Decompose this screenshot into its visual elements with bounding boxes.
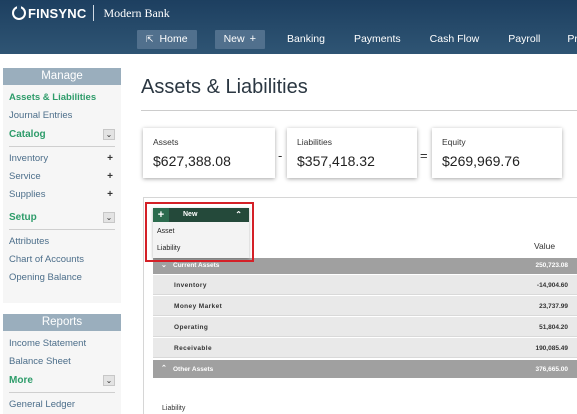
minus-operator: - <box>278 148 283 163</box>
nav-home[interactable]: ⇱ Home <box>137 30 197 49</box>
sidebar-item-general-ledger[interactable]: General Ledger <box>3 396 121 414</box>
group-label: Current Assets <box>173 262 220 269</box>
liabilities-label: Liabilities <box>297 137 332 147</box>
finsync-logo-icon <box>12 5 26 20</box>
sidebar-item-inventory[interactable]: Inventory + <box>3 150 121 168</box>
group-label: Other Assets <box>173 366 214 373</box>
liabilities-card: Liabilities $357,418.32 <box>287 128 417 178</box>
row-value: 51,804.20 <box>539 324 568 331</box>
equity-label: Equity <box>442 137 466 147</box>
value-column-header: Value <box>534 241 556 251</box>
divider <box>9 392 115 393</box>
sidebar-item-journal-entries[interactable]: Journal Entries <box>3 107 121 125</box>
row-label: Inventory <box>174 282 207 289</box>
liabilities-value: $357,418.32 <box>297 153 375 169</box>
table-row[interactable]: Inventory -14,904.60 <box>153 275 577 295</box>
row-label: Operating <box>174 324 209 331</box>
divider <box>9 146 115 147</box>
manage-panel: Manage Assets & Liabilities Journal Entr… <box>3 68 121 303</box>
setup-section[interactable]: Setup ⌄ <box>3 208 121 226</box>
divider <box>9 229 115 230</box>
sidebar-item-assets-liabilities[interactable]: Assets & Liabilities <box>3 89 121 107</box>
chevron-up-icon: ⌃ <box>161 365 167 372</box>
sidebar-item-balance-sheet[interactable]: Balance Sheet <box>3 353 121 371</box>
service-label: Service <box>9 171 41 182</box>
table-row[interactable]: Operating 51,804.20 <box>153 317 577 337</box>
more-section[interactable]: More ⌄ <box>3 371 121 389</box>
add-supplies-icon[interactable]: + <box>105 190 115 200</box>
row-label: Money Market <box>174 303 223 310</box>
more-label: More <box>9 374 33 386</box>
bank-name: Modern Bank <box>103 5 170 20</box>
sidebar-item-chart-of-accounts[interactable]: Chart of Accounts <box>3 251 121 269</box>
row-value: -14,904.60 <box>536 282 568 289</box>
nav-projects[interactable]: Proje <box>567 30 577 49</box>
assets-label: Assets <box>153 137 179 147</box>
sidebar: Manage Assets & Liabilities Journal Entr… <box>3 68 121 414</box>
nav-home-label: Home <box>159 33 188 45</box>
chevron-down-icon[interactable]: ⌄ <box>103 211 115 223</box>
plus-icon: + <box>153 208 169 222</box>
nav-payments[interactable]: Payments <box>354 30 401 49</box>
add-inventory-icon[interactable]: + <box>105 154 115 164</box>
manage-header: Manage <box>3 68 121 85</box>
catalog-section[interactable]: Catalog ⌄ <box>3 125 121 143</box>
chevron-up-icon: ⌃ <box>235 210 242 219</box>
sidebar-item-attributes[interactable]: Attributes <box>3 233 121 251</box>
menu-item-asset[interactable]: Asset <box>157 228 175 235</box>
nav-new[interactable]: New + <box>214 30 266 49</box>
nav-cash-flow[interactable]: Cash Flow <box>430 30 480 49</box>
group-row-current-assets[interactable]: ⌄ Current Assets 250,723.08 <box>153 258 577 274</box>
liability-section-label: Liability <box>162 405 186 412</box>
assets-value: $627,388.08 <box>153 153 231 169</box>
equals-operator: = <box>420 148 428 163</box>
group-value: 250,723.08 <box>535 262 568 269</box>
page-title: Assets & Liabilities <box>141 76 308 98</box>
nav-banking[interactable]: Banking <box>287 30 325 49</box>
reports-header: Reports <box>3 314 121 331</box>
inventory-label: Inventory <box>9 153 49 164</box>
title-divider <box>141 110 577 111</box>
setup-label: Setup <box>9 211 37 223</box>
new-dropdown-button[interactable]: + New ⌃ <box>153 208 249 222</box>
new-dropdown: + New ⌃ Asset Liability <box>153 208 249 258</box>
home-arrow-icon: ⇱ <box>146 34 154 44</box>
row-value: 190,085.49 <box>535 345 568 352</box>
equity-value: $269,969.76 <box>442 153 520 169</box>
brand-divider <box>93 5 95 21</box>
main-nav: ⇱ Home New + Banking Payments Cash Flow … <box>137 30 577 49</box>
brand-logo[interactable]: FINSYNC Modern Bank <box>12 5 170 21</box>
row-label: Receivable <box>174 345 212 352</box>
catalog-label: Catalog <box>9 128 46 140</box>
group-row-other-assets[interactable]: ⌃ Other Assets 376,665.00 <box>153 360 577 378</box>
sidebar-item-income-statement[interactable]: Income Statement <box>3 335 121 353</box>
brand-name: FINSYNC <box>28 5 87 21</box>
add-service-icon[interactable]: + <box>105 172 115 182</box>
sidebar-item-service[interactable]: Service + <box>3 168 121 186</box>
table-row[interactable]: Receivable 190,085.49 <box>153 338 577 358</box>
nav-payroll[interactable]: Payroll <box>508 30 540 49</box>
row-value: 23,737.99 <box>539 303 568 310</box>
assets-card: Assets $627,388.08 <box>143 128 275 178</box>
plus-icon: + <box>249 33 257 45</box>
top-header: FINSYNC Modern Bank ⇱ Home New + Banking… <box>0 0 577 54</box>
table-row[interactable]: Money Market 23,737.99 <box>153 296 577 316</box>
nav-new-label: New <box>223 33 245 45</box>
sidebar-item-supplies[interactable]: Supplies + <box>3 186 121 204</box>
menu-item-liability[interactable]: Liability <box>157 245 180 252</box>
group-value: 376,665.00 <box>535 366 568 373</box>
supplies-label: Supplies <box>9 189 46 200</box>
chevron-down-icon: ⌄ <box>161 262 167 269</box>
reports-panel: Reports Income Statement Balance Sheet M… <box>3 314 121 414</box>
sidebar-item-opening-balance[interactable]: Opening Balance <box>3 269 121 287</box>
new-dropdown-label: New <box>183 211 198 218</box>
chevron-down-icon[interactable]: ⌄ <box>103 128 115 140</box>
chevron-down-icon[interactable]: ⌄ <box>103 374 115 386</box>
equity-card: Equity $269,969.76 <box>432 128 562 178</box>
